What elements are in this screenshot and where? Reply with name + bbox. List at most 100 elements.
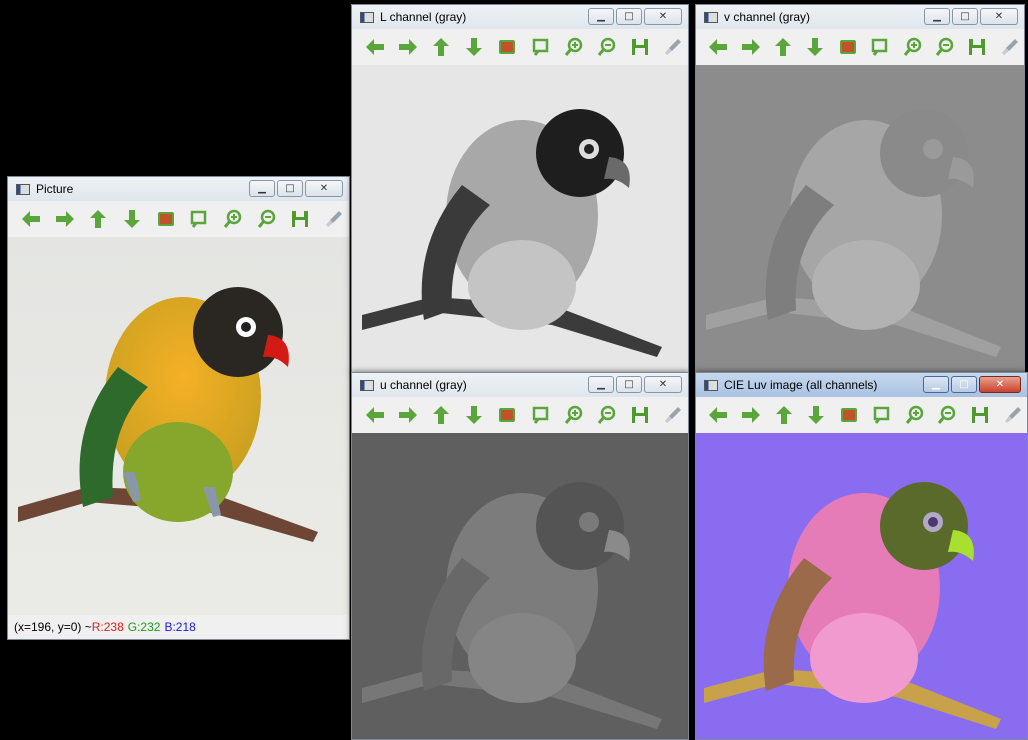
properties-button[interactable] — [659, 32, 688, 62]
arrow-down-button[interactable] — [801, 32, 829, 62]
zoom-in-button[interactable] — [559, 400, 588, 430]
zoom-in-button[interactable] — [898, 32, 926, 62]
title-bar[interactable]: Picture ▁ □ ✕ — [8, 177, 349, 201]
zoom-in-button[interactable] — [218, 204, 248, 234]
title-bar[interactable]: CIE Luv image (all channels) ▁ □ ✕ — [696, 373, 1027, 397]
image-view[interactable] — [352, 65, 688, 373]
status-bar: (x=196, y=0) ~ R:238 G:232 B:218 — [8, 615, 349, 639]
arrow-right-button[interactable] — [50, 204, 80, 234]
image-icon — [496, 36, 518, 58]
arrow-down-button[interactable] — [802, 400, 831, 430]
pixel-red-value: R:238 — [91, 620, 124, 634]
u-channel-window[interactable]: u channel (gray) ▁ □ ✕ — [351, 372, 689, 740]
zoom-out-icon — [596, 404, 618, 426]
zoom-fit-button[interactable] — [526, 400, 555, 430]
properties-button[interactable] — [996, 32, 1024, 62]
picture-window[interactable]: Picture ▁ □ ✕ (x=196, y=0) ~ R:238 G:232… — [7, 176, 350, 640]
title-bar[interactable]: L channel (gray) ▁ □ ✕ — [352, 5, 688, 29]
arrow-up-icon — [430, 404, 452, 426]
arrow-up-button[interactable] — [769, 400, 798, 430]
zoom-in-button[interactable] — [900, 400, 929, 430]
minimize-button[interactable]: ▁ — [924, 8, 950, 25]
image-button[interactable] — [834, 32, 862, 62]
minimize-button[interactable]: ▁ — [249, 180, 275, 197]
luv-window[interactable]: CIE Luv image (all channels) ▁ □ ✕ — [695, 372, 1028, 740]
zoom-fit-button[interactable] — [866, 32, 894, 62]
pixel-blue-value: B:218 — [164, 620, 196, 634]
window-title: L channel (gray) — [380, 10, 467, 24]
close-button[interactable]: ✕ — [305, 180, 343, 197]
zoom-out-icon — [936, 404, 958, 426]
close-button[interactable]: ✕ — [979, 376, 1021, 393]
maximize-button[interactable]: □ — [951, 376, 977, 393]
zoom-out-button[interactable] — [252, 204, 282, 234]
title-bar[interactable]: u channel (gray) ▁ □ ✕ — [352, 373, 688, 397]
image-button[interactable] — [493, 32, 522, 62]
arrow-left-button[interactable] — [704, 400, 733, 430]
image-view[interactable] — [8, 237, 349, 615]
toolbar — [352, 29, 688, 65]
save-icon — [966, 36, 988, 58]
properties-button[interactable] — [659, 400, 688, 430]
maximize-button[interactable]: □ — [277, 180, 303, 197]
image-button[interactable] — [835, 400, 864, 430]
minimize-button[interactable]: ▁ — [923, 376, 949, 393]
save-button[interactable] — [626, 400, 655, 430]
arrow-right-button[interactable] — [393, 400, 422, 430]
v-channel-window[interactable]: v channel (gray) ▁ □ ✕ — [695, 4, 1025, 374]
save-button[interactable] — [626, 32, 655, 62]
zoom-in-button[interactable] — [559, 32, 588, 62]
zoom-fit-button[interactable] — [526, 32, 555, 62]
close-button[interactable]: ✕ — [980, 8, 1018, 25]
properties-icon — [999, 36, 1021, 58]
image-button[interactable] — [151, 204, 181, 234]
zoom-out-button[interactable] — [933, 400, 962, 430]
arrow-left-button[interactable] — [16, 204, 46, 234]
zoom-fit-button[interactable] — [185, 204, 215, 234]
zoom-fit-button[interactable] — [868, 400, 897, 430]
window-title: Picture — [36, 182, 74, 196]
image-view[interactable] — [352, 433, 688, 739]
maximize-button[interactable]: □ — [616, 376, 642, 393]
arrow-left-button[interactable] — [360, 32, 389, 62]
window-controls: ▁ □ ✕ — [588, 376, 682, 393]
arrow-up-button[interactable] — [426, 400, 455, 430]
image-view[interactable] — [696, 65, 1024, 373]
app-icon — [360, 379, 374, 391]
arrow-right-button[interactable] — [737, 400, 766, 430]
save-button[interactable] — [966, 400, 995, 430]
zoom-out-button[interactable] — [592, 32, 621, 62]
arrow-down-button[interactable] — [460, 400, 489, 430]
arrow-down-icon — [121, 208, 143, 230]
l-channel-window[interactable]: L channel (gray) ▁ □ ✕ — [351, 4, 689, 374]
minimize-button[interactable]: ▁ — [588, 376, 614, 393]
close-button[interactable]: ✕ — [644, 8, 682, 25]
toolbar — [352, 397, 688, 433]
properties-icon — [323, 208, 345, 230]
zoom-out-button[interactable] — [592, 400, 621, 430]
zoom-fit-icon — [869, 36, 891, 58]
arrow-up-button[interactable] — [83, 204, 113, 234]
minimize-button[interactable]: ▁ — [588, 8, 614, 25]
arrow-right-button[interactable] — [393, 32, 422, 62]
maximize-button[interactable]: □ — [952, 8, 978, 25]
arrow-up-button[interactable] — [769, 32, 797, 62]
maximize-button[interactable]: □ — [616, 8, 642, 25]
close-button[interactable]: ✕ — [644, 376, 682, 393]
title-bar[interactable]: v channel (gray) ▁ □ ✕ — [696, 5, 1024, 29]
image-button[interactable] — [493, 400, 522, 430]
arrow-down-button[interactable] — [117, 204, 147, 234]
zoom-out-button[interactable] — [931, 32, 959, 62]
arrow-down-button[interactable] — [460, 32, 489, 62]
toolbar — [8, 201, 349, 237]
image-view[interactable] — [696, 433, 1027, 739]
arrow-up-button[interactable] — [426, 32, 455, 62]
arrow-right-button[interactable] — [736, 32, 764, 62]
properties-button[interactable] — [998, 400, 1027, 430]
properties-button[interactable] — [319, 204, 349, 234]
save-button[interactable] — [963, 32, 991, 62]
arrow-left-button[interactable] — [704, 32, 732, 62]
app-icon — [704, 379, 718, 391]
arrow-left-button[interactable] — [360, 400, 389, 430]
save-button[interactable] — [286, 204, 316, 234]
